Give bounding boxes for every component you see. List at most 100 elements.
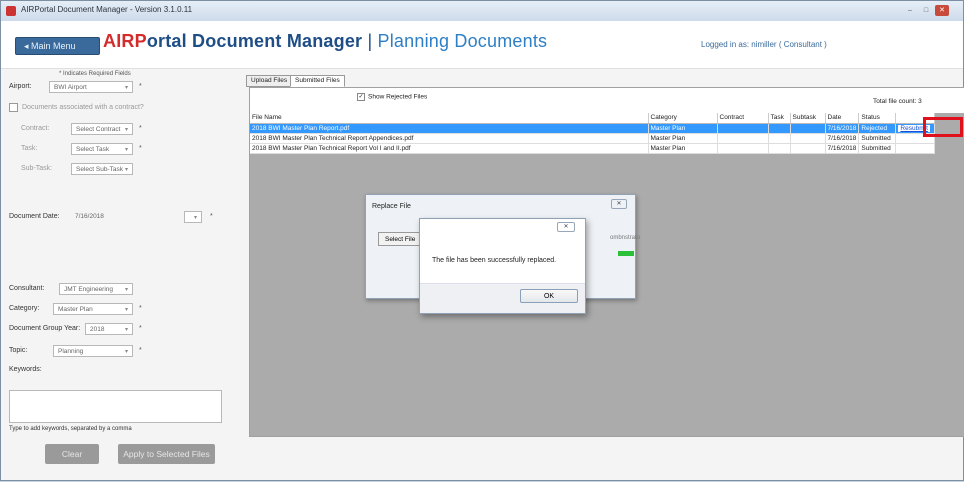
main-menu-button[interactable]: ◂ Main Menu bbox=[15, 37, 100, 55]
keywords-hint: Type to add keywords, separated by a com… bbox=[9, 426, 132, 432]
required-star: * bbox=[139, 347, 142, 354]
year-value: 2018 bbox=[90, 326, 105, 333]
date-value: 7/16/2018 bbox=[75, 213, 104, 220]
show-rejected-label: Show Rejected Files bbox=[368, 93, 428, 101]
task-cell bbox=[768, 123, 791, 134]
obscured-text: ombnstrato bbox=[610, 235, 641, 241]
table-row[interactable]: 2018 BWI Master Plan Technical Report Vo… bbox=[250, 143, 936, 154]
chevron-down-icon: ▾ bbox=[124, 85, 128, 91]
subtask-cell bbox=[790, 123, 826, 134]
column-header[interactable]: Category bbox=[648, 113, 718, 124]
task-label: Task: bbox=[21, 145, 38, 152]
consultant-label: Consultant: bbox=[9, 285, 45, 292]
chevron-down-icon: ▾ bbox=[124, 127, 128, 133]
task-select[interactable]: Select Task ▾ bbox=[71, 143, 133, 155]
page-subtitle: Planning Documents bbox=[377, 31, 548, 51]
title-bar: AIRPortal Document Manager - Version 3.1… bbox=[1, 1, 963, 21]
consultant-value: JMT Engineering bbox=[64, 286, 114, 293]
contract-select[interactable]: Select Contract ▾ bbox=[71, 123, 133, 135]
year-select[interactable]: 2018 ▾ bbox=[85, 323, 133, 335]
checkmark-icon: ✓ bbox=[357, 93, 365, 101]
calendar-dropdown[interactable]: ▾ bbox=[184, 211, 202, 223]
table-row[interactable]: 2018 BWI Master Plan Report.pdf Master P… bbox=[250, 123, 936, 134]
airport-value: BWI Airport bbox=[54, 84, 87, 91]
close-icon[interactable]: ✕ bbox=[935, 5, 949, 16]
required-note: * Indicates Required Fields bbox=[59, 71, 131, 77]
minimize-icon[interactable]: – bbox=[903, 5, 917, 16]
chevron-down-icon: ▾ bbox=[124, 349, 128, 355]
contract-check-label: Documents associated with a contract? bbox=[22, 104, 144, 111]
required-star: * bbox=[210, 213, 213, 220]
topic-select[interactable]: Planning ▾ bbox=[53, 345, 133, 357]
contract-checkbox[interactable] bbox=[9, 103, 18, 112]
page-title: AIRPortal Document Manager | Planning Do… bbox=[103, 31, 547, 52]
column-header[interactable]: Contract bbox=[717, 113, 769, 124]
required-star: * bbox=[139, 325, 142, 332]
show-rejected-toggle[interactable]: ✓ Show Rejected Files bbox=[357, 93, 427, 101]
subtask-label: Sub-Task: bbox=[21, 165, 53, 172]
app-icon bbox=[6, 6, 16, 16]
topic-value: Planning bbox=[58, 348, 84, 355]
brand-air: AIRP bbox=[103, 31, 147, 51]
highlight-annotation bbox=[923, 117, 963, 137]
column-header[interactable]: Status bbox=[858, 113, 897, 124]
close-icon[interactable]: ✕ bbox=[611, 199, 627, 209]
category-select[interactable]: Master Plan ▾ bbox=[53, 303, 133, 315]
subtask-cell bbox=[790, 133, 826, 144]
message-text: The file has been successfully replaced. bbox=[432, 257, 557, 264]
airport-select[interactable]: BWI Airport ▾ bbox=[49, 81, 133, 93]
subtask-value: Select Sub-Task bbox=[76, 166, 123, 173]
required-star: * bbox=[139, 125, 142, 132]
chevron-down-icon: ▾ bbox=[124, 307, 128, 313]
chevron-down-icon: ▾ bbox=[124, 327, 128, 333]
main-menu-label: Main Menu bbox=[31, 41, 76, 51]
action-cell bbox=[895, 143, 936, 154]
subtask-cell bbox=[790, 143, 826, 154]
clear-button[interactable]: Clear bbox=[45, 444, 99, 464]
keywords-input[interactable] bbox=[9, 390, 222, 423]
ok-button[interactable]: OK bbox=[520, 289, 578, 303]
apply-button[interactable]: Apply to Selected Files bbox=[118, 444, 215, 464]
brand-name: ortal Document Manager bbox=[146, 31, 363, 51]
date-field[interactable]: 7/16/2018 bbox=[71, 211, 133, 223]
window-title: AIRPortal Document Manager - Version 3.1… bbox=[21, 5, 193, 14]
category-cell: Master Plan bbox=[648, 143, 718, 154]
tab-upload-files[interactable]: Upload Files bbox=[246, 75, 293, 87]
file-name-cell: 2018 BWI Master Plan Report.pdf bbox=[250, 123, 649, 134]
year-label: Document Group Year: bbox=[9, 325, 81, 332]
replace-dialog-title: Replace File bbox=[372, 203, 411, 210]
table-header-row: File Name Category Contract Task Subtask… bbox=[250, 113, 936, 124]
table-row[interactable]: 2018 BWI Master Plan Technical Report Ap… bbox=[250, 133, 936, 144]
task-value: Select Task bbox=[76, 146, 110, 153]
tab-submitted-files[interactable]: Submitted Files bbox=[290, 75, 345, 87]
chevron-down-icon: ▾ bbox=[124, 287, 128, 293]
subtask-select[interactable]: Select Sub-Task ▾ bbox=[71, 163, 133, 175]
topic-label: Topic: bbox=[9, 347, 28, 354]
contract-cell bbox=[717, 133, 769, 144]
airport-label: Airport: bbox=[9, 83, 32, 90]
date-cell: 7/16/2018 bbox=[825, 143, 860, 154]
back-arrow-icon: ◂ bbox=[24, 41, 32, 51]
logged-in-status: Logged in as: nimiller ( Consultant ) bbox=[701, 40, 827, 49]
category-label: Category: bbox=[9, 305, 40, 312]
column-header[interactable]: Task bbox=[768, 113, 791, 124]
contract-cell bbox=[717, 123, 769, 134]
app-window: AIRPortal Document Manager - Version 3.1… bbox=[0, 0, 964, 481]
date-cell: 7/16/2018 bbox=[825, 123, 860, 134]
total-file-count: Total file count: 3 bbox=[873, 98, 922, 105]
column-header[interactable]: File Name bbox=[250, 113, 649, 124]
task-cell bbox=[768, 133, 791, 144]
contract-label: Contract: bbox=[21, 125, 50, 132]
task-cell bbox=[768, 143, 791, 154]
chevron-down-icon: ▾ bbox=[124, 167, 128, 173]
date-cell: 7/16/2018 bbox=[825, 133, 860, 144]
maximize-icon[interactable]: □ bbox=[919, 5, 933, 16]
file-name-cell: 2018 BWI Master Plan Technical Report Ap… bbox=[250, 133, 649, 144]
close-icon[interactable]: ✕ bbox=[557, 222, 575, 232]
contract-value: Select Contract bbox=[76, 126, 121, 133]
column-header[interactable]: Subtask bbox=[790, 113, 826, 124]
contract-cell bbox=[717, 143, 769, 154]
column-header[interactable]: Date bbox=[825, 113, 860, 124]
consultant-select[interactable]: JMT Engineering ▾ bbox=[59, 283, 133, 295]
required-star: * bbox=[139, 145, 142, 152]
